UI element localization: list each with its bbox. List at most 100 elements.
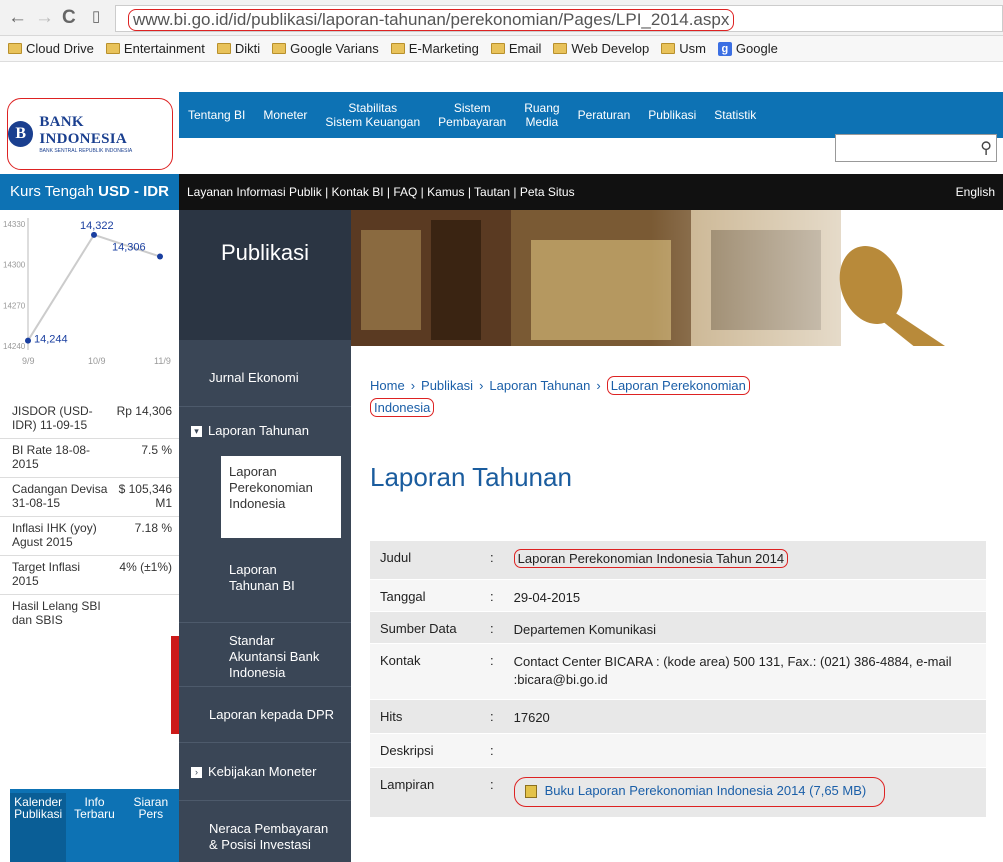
y-tick-label: 14240 [3, 342, 26, 351]
x-tick-label: 10/9 [88, 356, 106, 366]
page-title: Laporan Tahunan [370, 462, 572, 492]
lampiran-link[interactable]: Buku Laporan Perekonomian Indonesia 2014… [513, 776, 886, 807]
search-input[interactable]: ⚲ [835, 134, 997, 162]
data-label: 14,306 [112, 242, 146, 254]
table-row: Lampiran: Buku Laporan Perekonomian Indon… [370, 767, 986, 818]
table-row: Hits:17620 [370, 699, 986, 734]
rates-list: JISDOR (USD-IDR) 11-09-15 Rp 14,306 BI Ra… [0, 400, 179, 633]
bookmark-email[interactable]: Email [490, 41, 541, 56]
nav-publikasi[interactable]: Publikasi [639, 92, 705, 138]
rate-row-jisdor[interactable]: JISDOR (USD-IDR) 11-09-15 Rp 14,306 [0, 400, 179, 439]
rate-row-lelang-sbi[interactable]: Hasil Lelang SBI dan SBIS [0, 595, 179, 633]
data-point[interactable] [157, 253, 163, 260]
rate-row-bi-rate[interactable]: BI Rate 18-08-2015 7.5 % [0, 439, 179, 478]
menu-jurnal-ekonomi[interactable]: Jurnal Ekonomi [179, 370, 351, 386]
y-tick-label: 14270 [3, 301, 26, 310]
menu-laporan-tahunan[interactable]: ▾ Laporan Tahunan [179, 406, 351, 450]
menu-laporan-dpr[interactable]: Laporan kepada DPR [179, 686, 351, 742]
breadcrumb-laporan-tahunan[interactable]: Laporan Tahunan [489, 378, 590, 393]
tab-kalender-publikasi[interactable]: Kalender Publikasi [10, 793, 67, 862]
info-table: Judul: Laporan Perekonomian Indonesia Tah… [370, 541, 986, 818]
tab-info-terbaru[interactable]: Info Terbaru [66, 793, 122, 862]
breadcrumb-publikasi[interactable]: Publikasi [421, 378, 473, 393]
logo-subtitle: BANK SENTRAL REPUBLIK INDONESIA [39, 148, 133, 154]
bookmark-dikti[interactable]: Dikti [216, 41, 260, 56]
language-english-link[interactable]: English [956, 174, 995, 210]
rate-row-inflasi[interactable]: Inflasi IHK (yoy) Agust 2015 7.18 % [0, 517, 179, 556]
folder-icon [216, 43, 231, 54]
table-row: Tanggal:29-04-2015 [370, 579, 986, 612]
url-text: www.bi.go.id/id/publikasi/laporan-tahuna… [128, 9, 735, 31]
folder-icon [490, 43, 505, 54]
breadcrumb-current[interactable]: Laporan Perekonomian [606, 376, 750, 395]
breadcrumb: Home › Publikasi › Laporan Tahunan › Laporan P… [370, 375, 790, 419]
publikasi-menu: Publikasi Jurnal Ekonomi ▾ Laporan Tahuna… [179, 210, 351, 862]
bookmark-e-marketing[interactable]: E-Marketing [390, 41, 479, 56]
exchange-rate-chart: 14330 14300 14270 14240 9/9 10/9 11/9 14,244 14,… [3, 218, 171, 366]
bookmark-entertainment[interactable]: Entertainment [105, 41, 205, 56]
menu-neraca-pembayaran[interactable]: Neraca Pembayaran & Posisi Investasi [179, 800, 351, 862]
bookmarks-bar: Cloud Drive Entertainment Dikti Google V… [0, 36, 1003, 62]
calendar-tabs: Kalender Publikasi Info Terbaru Siaran P… [10, 789, 179, 862]
chevron-right-icon: › [191, 767, 202, 779]
menu-standar-akuntansi[interactable]: Standar Akuntansi Bank Indonesia [179, 622, 351, 681]
data-point[interactable] [25, 337, 31, 344]
nav-moneter[interactable]: Moneter [254, 92, 316, 138]
nav-tentang-bi[interactable]: Tentang BI [179, 92, 254, 138]
bank-indonesia-logo[interactable]: B BANK INDONESIA BANK SENTRAL REPUBLIK I… [7, 98, 173, 170]
side-collapse-tab[interactable] [171, 636, 179, 734]
bookmark-usm[interactable]: Usm [661, 41, 706, 56]
banner-graphic [351, 210, 1003, 360]
tab-siaran-pers[interactable]: Siaran Pers [123, 793, 179, 862]
breadcrumb-home[interactable]: Home [370, 378, 405, 393]
folder-icon [105, 43, 120, 54]
breadcrumb-current-cont[interactable]: Indonesia [370, 398, 435, 417]
browser-toolbar: ← → C ▯ www.bi.go.id/id/publikasi/lapora… [0, 0, 1003, 36]
breadcrumb-separator-icon: › [479, 378, 484, 393]
folder-icon [272, 43, 287, 54]
x-tick-label: 9/9 [22, 356, 35, 366]
rate-row-target-inflasi[interactable]: Target Inflasi 2015 4% (±1%) [0, 556, 179, 595]
bookmark-cloud-drive[interactable]: Cloud Drive [8, 41, 94, 56]
nav-ruang-media[interactable]: Ruang Media [515, 92, 568, 138]
nav-stabilitas[interactable]: Stabilitas Sistem Keuangan [316, 92, 429, 138]
bi-emblem-icon: B [8, 121, 34, 147]
forward-arrow-icon[interactable]: → [35, 8, 54, 28]
google-icon: g [717, 41, 732, 56]
table-row: Kontak: Contact Center BICARA : (kode are… [370, 643, 986, 700]
menu-laporan-tahunan-bi[interactable]: Laporan Tahunan BI [179, 562, 351, 594]
rate-row-cadangan-devisa[interactable]: Cadangan Devisa 31-08-15 $ 105,346 M1 [0, 478, 179, 517]
data-point[interactable] [91, 231, 97, 238]
menu-laporan-perekonomian-indonesia[interactable]: Laporan Perekonomian Indonesia [221, 456, 341, 538]
bookmark-google[interactable]: g Google [717, 41, 778, 56]
table-row: Judul: Laporan Perekonomian Indonesia Tah… [370, 541, 986, 580]
main-navigation: Tentang BI Moneter Stabilitas Sistem Keu… [179, 92, 1003, 138]
search-icon[interactable]: ⚲ [980, 138, 992, 158]
table-row: Deskripsi: [370, 733, 986, 768]
data-label: 14,244 [34, 334, 68, 346]
menu-heading: Publikasi [179, 210, 351, 340]
chevron-down-icon: ▾ [191, 426, 202, 438]
bookmark-web-develop[interactable]: Web Develop [553, 41, 649, 56]
table-row: Sumber Data: Departemen Komunikasi [370, 611, 986, 644]
page-icon: ▯ [92, 8, 101, 25]
kurs-chart: 14330 14300 14270 14240 9/9 10/9 11/9 14,244 14,… [0, 210, 179, 370]
nav-sistem-pembayaran[interactable]: Sistem Pembayaran [429, 92, 515, 138]
judul-value: Laporan Perekonomian Indonesia Tahun 201… [513, 549, 789, 568]
folder-icon [8, 43, 22, 54]
nav-peraturan[interactable]: Peraturan [569, 92, 640, 138]
document-icon [524, 784, 537, 798]
logo-name: BANK INDONESIA [39, 114, 128, 147]
menu-kebijakan-moneter[interactable]: › Kebijakan Moneter [179, 742, 351, 800]
x-tick-label: 11/9 [154, 356, 171, 366]
folder-icon [661, 43, 676, 54]
reload-icon[interactable]: C [62, 8, 76, 28]
y-tick-label: 14330 [3, 220, 26, 229]
subnav-links[interactable]: Layanan Informasi Publik | Kontak BI | F… [187, 185, 575, 199]
bookmark-google-varians[interactable]: Google Varians [272, 41, 379, 56]
kurs-header: Kurs Tengah USD - IDR [0, 174, 179, 210]
address-bar[interactable]: www.bi.go.id/id/publikasi/laporan-tahuna… [115, 5, 1003, 32]
back-arrow-icon[interactable]: ← [8, 8, 27, 28]
banner-image [351, 210, 1003, 360]
nav-statistik[interactable]: Statistik [705, 92, 765, 138]
